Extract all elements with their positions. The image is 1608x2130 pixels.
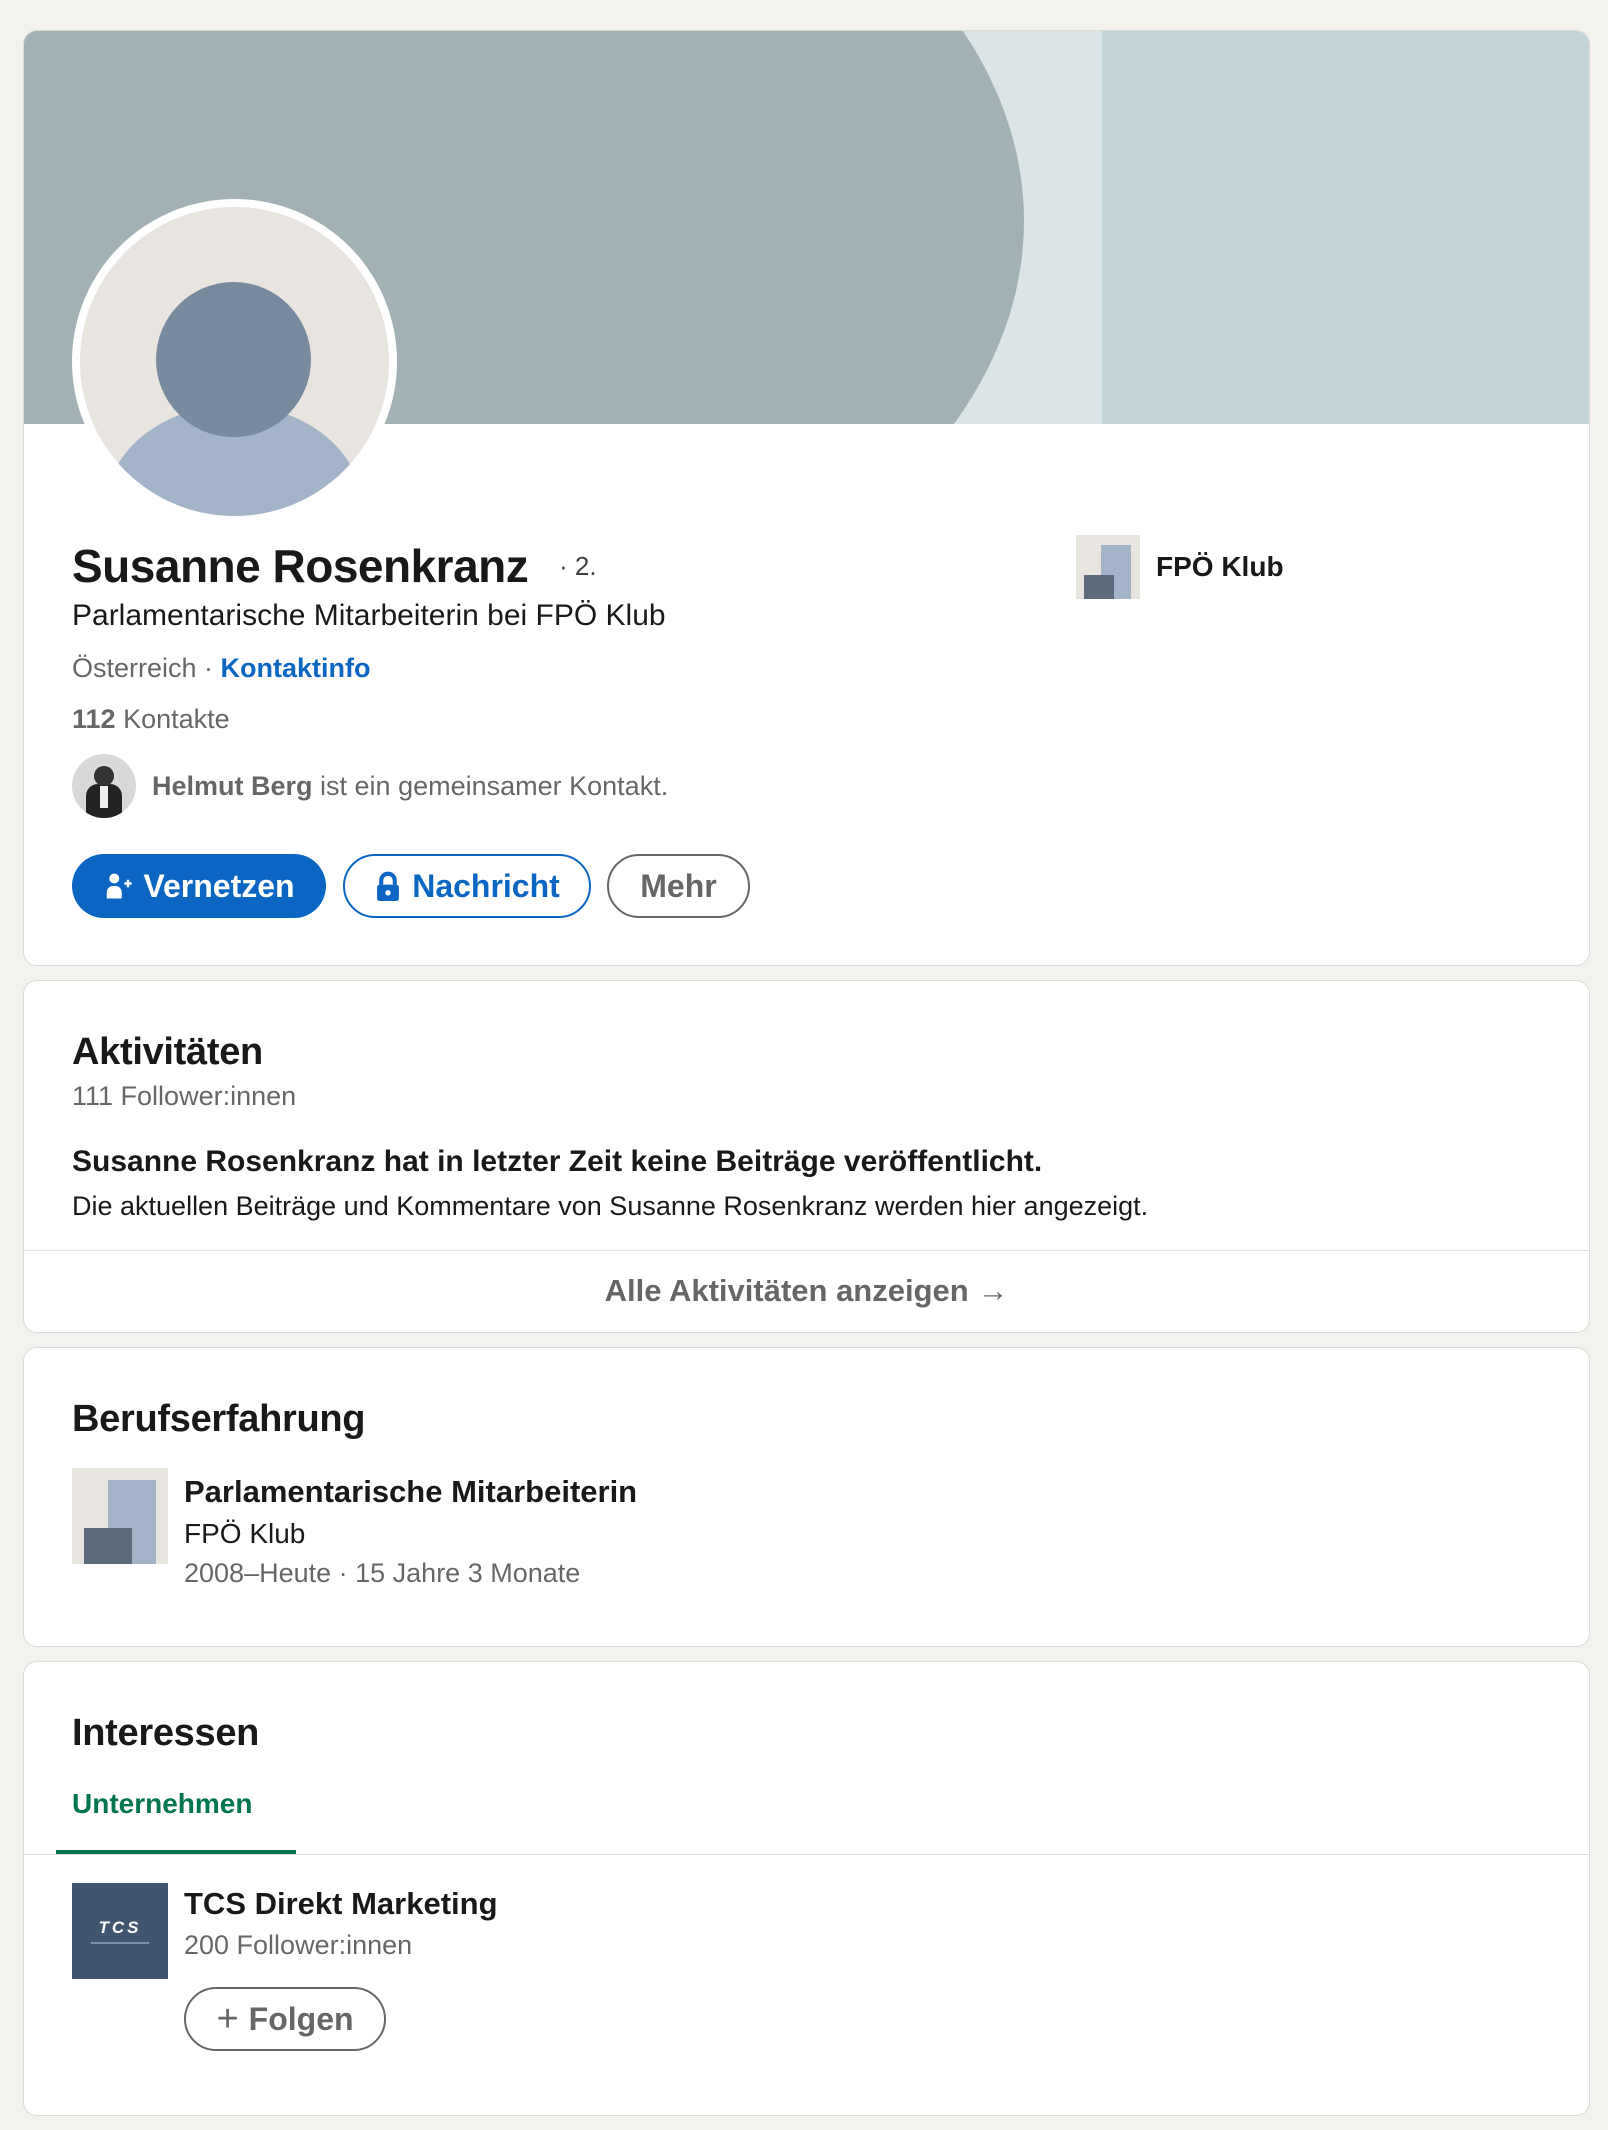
- lock-icon: [374, 871, 402, 901]
- connections-count[interactable]: 112 Kontakte: [72, 704, 230, 735]
- current-company[interactable]: FPÖ Klub: [1076, 535, 1284, 599]
- follow-button[interactable]: + Folgen: [184, 1987, 386, 2051]
- experience-title: Berufserfahrung: [72, 1398, 366, 1440]
- message-button[interactable]: Nachricht: [343, 854, 591, 918]
- mutual-name: Helmut Berg: [152, 770, 313, 801]
- experience-section: Berufserfahrung Parlamentarische Mitarbe…: [23, 1347, 1590, 1647]
- connection-degree: · 2.: [559, 551, 597, 581]
- tcs-logo[interactable]: TCS: [72, 1883, 168, 1979]
- interests-title: Interessen: [72, 1712, 260, 1754]
- company-logo[interactable]: [72, 1468, 168, 1564]
- interest-followers: 200 Follower:innen: [184, 1930, 413, 1960]
- divider: [24, 1854, 1589, 1855]
- profile-headline: Parlamentarische Mitarbeiterin bei FPÖ K…: [72, 599, 666, 632]
- divider: [24, 1250, 1589, 1251]
- location-line: Österreich · Kontaktinfo: [72, 653, 371, 683]
- show-all-activity-link[interactable]: Alle Aktivitäten anzeigen →: [24, 1273, 1589, 1309]
- mutual-avatar: [72, 754, 136, 818]
- mutual-connection[interactable]: Helmut Berg ist ein gemeinsamer Kontakt.: [72, 754, 668, 818]
- experience-dates: 2008–Heute · 15 Jahre 3 Monate: [184, 1558, 581, 1588]
- profile-card: Susanne Rosenkranz · 2. Parlamentarische…: [23, 30, 1590, 966]
- profile-location: Österreich: [72, 653, 197, 683]
- more-button[interactable]: Mehr: [607, 854, 750, 918]
- connect-button[interactable]: Vernetzen: [72, 854, 326, 918]
- interest-company-name[interactable]: TCS Direkt Marketing: [184, 1886, 498, 1922]
- activity-empty-title: Susanne Rosenkranz hat in letzter Zeit k…: [72, 1145, 1043, 1178]
- experience-role: Parlamentarische Mitarbeiterin: [184, 1474, 638, 1509]
- plus-icon: +: [216, 1998, 239, 2040]
- add-person-icon: [103, 871, 133, 901]
- interests-section: Interessen Unternehmen TCS TCS Direkt Ma…: [23, 1661, 1590, 2116]
- profile-name: Susanne Rosenkranz: [72, 540, 529, 592]
- company-logo: [1076, 535, 1140, 599]
- tab-companies[interactable]: Unternehmen: [72, 1788, 252, 1820]
- activity-title: Aktivitäten: [72, 1031, 263, 1073]
- profile-avatar[interactable]: [72, 199, 397, 524]
- contact-info-link[interactable]: Kontaktinfo: [221, 653, 371, 683]
- activity-empty-desc: Die aktuellen Beiträge und Kommentare vo…: [72, 1191, 1149, 1221]
- current-company-name: FPÖ Klub: [1156, 551, 1284, 582]
- experience-company: FPÖ Klub: [184, 1518, 306, 1549]
- follower-count: 111 Follower:innen: [72, 1081, 297, 1111]
- activity-section: Aktivitäten 111 Follower:innen Susanne R…: [23, 980, 1590, 1333]
